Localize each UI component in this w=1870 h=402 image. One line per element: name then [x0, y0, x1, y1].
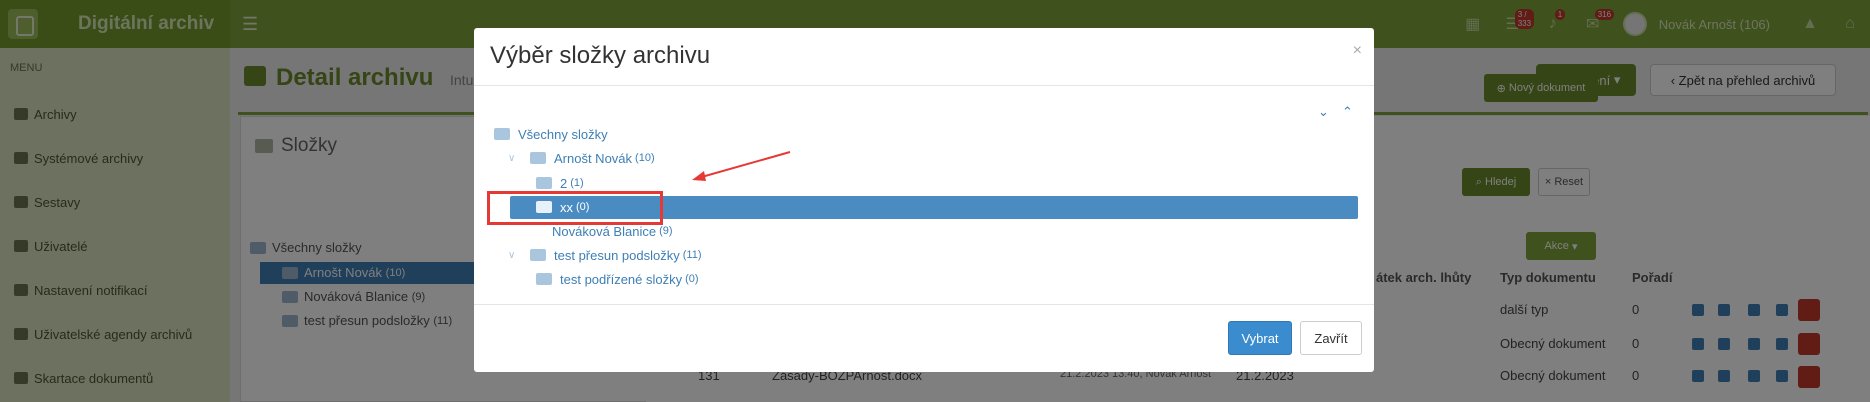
tree-item-label: Nováková Blanice: [552, 223, 657, 239]
close-icon[interactable]: ×: [1353, 42, 1362, 60]
modal-tree-item-presun[interactable]: ∨ test přesun podsložky (11): [508, 244, 701, 266]
tree-item-label: Všechny složky: [518, 126, 608, 142]
modal-tree-item-podrizene[interactable]: test podřízené složky (0): [536, 268, 699, 290]
modal-tree-item-arnost[interactable]: ∨ Arnošt Novák (10): [508, 147, 655, 169]
folder-icon: [536, 177, 552, 189]
tree-item-count: (0): [685, 273, 699, 285]
folder-icon: [494, 128, 510, 140]
modal-header: Výběr složky archivu ×: [474, 28, 1374, 86]
tree-item-label: Arnošt Novák: [554, 150, 633, 166]
highlight-box: [487, 191, 663, 225]
tree-item-count: (10): [635, 152, 655, 164]
modal-tree-item-all[interactable]: Všechny složky: [494, 123, 608, 145]
tree-item-label: test podřízené složky: [560, 271, 683, 287]
tree-item-count: (9): [659, 225, 673, 237]
folder-icon: [536, 273, 552, 285]
modal-title: Výběr složky archivu: [490, 42, 711, 69]
chevron-down-icon[interactable]: ∨: [508, 153, 522, 164]
close-button[interactable]: Zavřít: [1300, 321, 1362, 355]
select-button[interactable]: Vybrat: [1228, 321, 1292, 355]
folder-icon: [530, 249, 546, 261]
tree-item-count: (1): [570, 177, 584, 189]
tree-item-count: (11): [682, 249, 702, 261]
tree-item-label: 2: [560, 175, 568, 191]
chevron-down-icon[interactable]: ∨: [508, 250, 522, 261]
folder-icon: [530, 152, 546, 164]
expand-all-icon[interactable]: ⌄: [1318, 104, 1329, 120]
annotation-arrow-icon: [692, 151, 791, 181]
tree-item-label: test přesun podsložky: [554, 247, 680, 263]
collapse-all-icon[interactable]: ⌃: [1342, 104, 1353, 120]
